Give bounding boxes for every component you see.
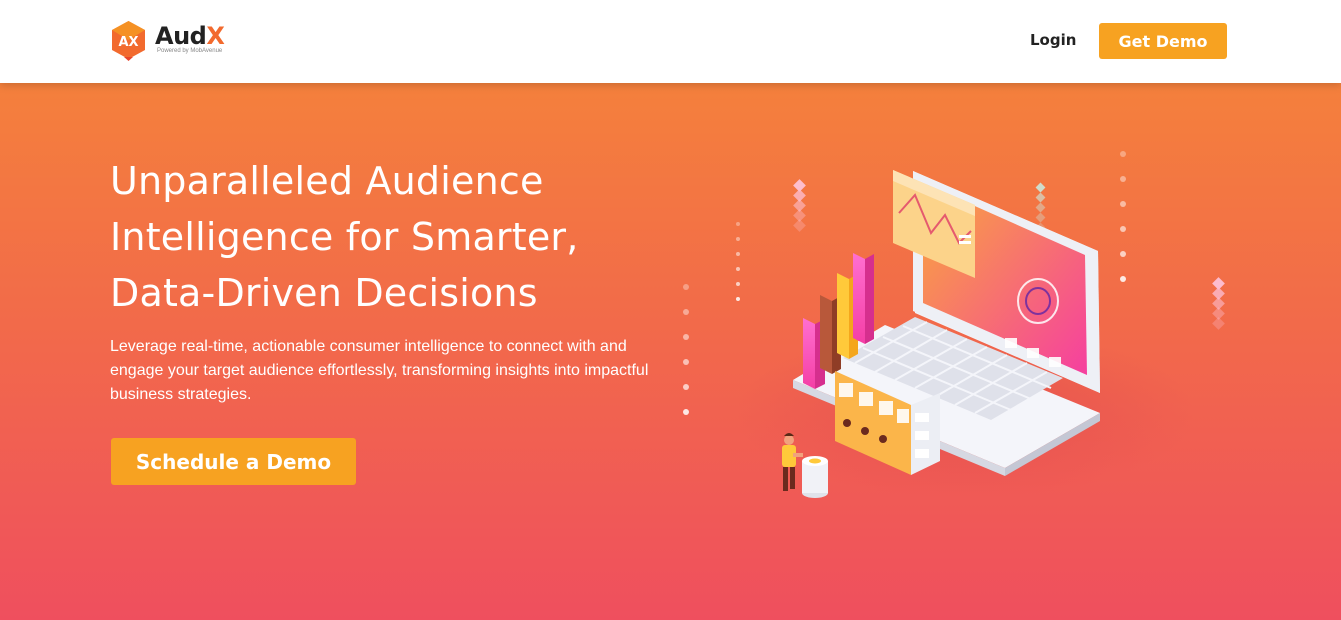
brand-name: AudX (155, 22, 225, 50)
powered-by-label: Powered by MobAvenue (157, 48, 223, 54)
schedule-demo-button[interactable]: Schedule a Demo (111, 438, 356, 485)
logo[interactable]: AX AudX Powered by MobAvenue (110, 20, 225, 62)
logo-text: AudX Powered by MobAvenue (155, 22, 225, 54)
hero-headline: Unparalleled Audience Intelligence for S… (110, 159, 579, 315)
hero-section: Unparalleled Audience Intelligence for S… (0, 83, 1341, 620)
laptop-analytics-illustration (675, 143, 1235, 533)
svg-text:AX: AX (118, 35, 138, 50)
get-demo-button[interactable]: Get Demo (1099, 23, 1227, 59)
hero-subtext: Leverage real-time, actionable consumer … (110, 338, 649, 403)
audx-logo-icon: AX (110, 20, 147, 62)
site-header: AX AudX Powered by MobAvenue Login Get D… (0, 0, 1341, 83)
login-link[interactable]: Login (1030, 31, 1076, 49)
